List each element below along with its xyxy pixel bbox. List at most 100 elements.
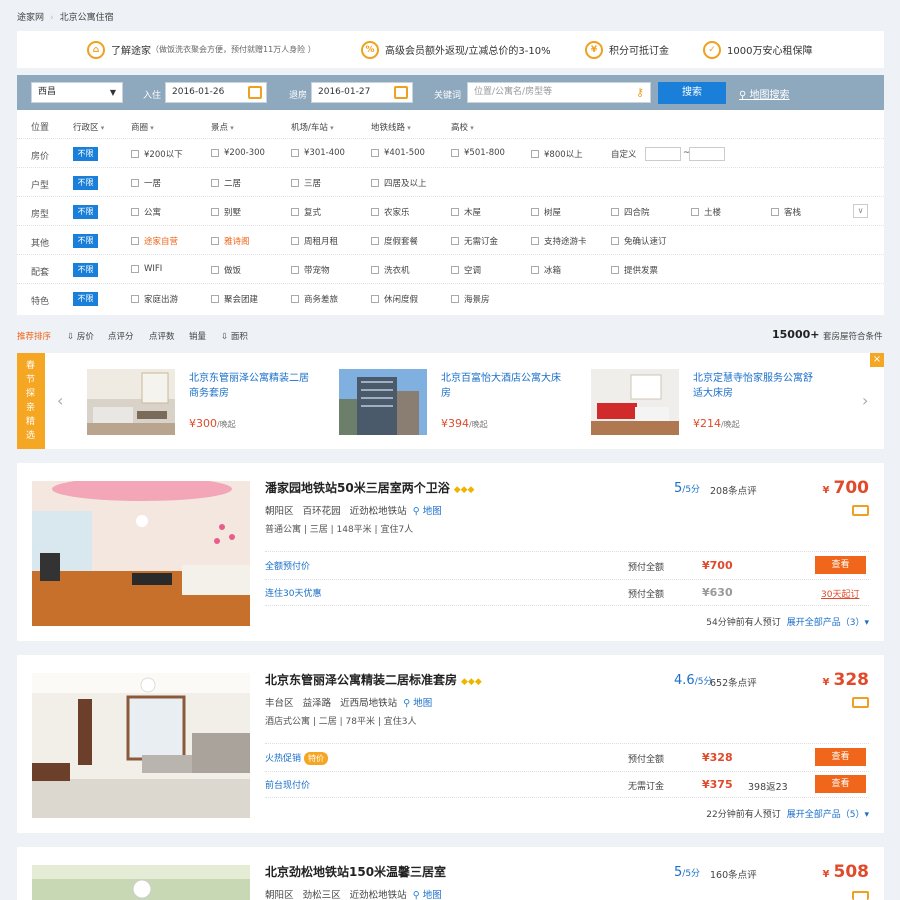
type-option[interactable]: 复式 [291, 206, 321, 218]
layout-option[interactable]: 二居 [211, 177, 241, 189]
next-arrow-icon[interactable]: › [862, 391, 868, 410]
checkbox[interactable] [211, 179, 219, 187]
checkbox[interactable] [451, 266, 459, 274]
keyword-input[interactable]: 位置/公寓名/房型等 ⚷ [467, 82, 651, 103]
promo-points[interactable]: ¥ 积分可抵订金 [585, 40, 669, 59]
calendar-icon[interactable] [248, 86, 262, 99]
checkbox[interactable] [291, 208, 299, 216]
view-button[interactable]: 查看 [815, 775, 866, 793]
checkin-date-input[interactable]: 2016-01-26 [165, 82, 267, 103]
checkbox[interactable] [451, 295, 459, 303]
business-area-dropdown[interactable]: 商圈 [131, 121, 154, 133]
checkbox[interactable] [131, 265, 139, 273]
feature-option[interactable]: 海景房 [451, 293, 490, 305]
type-option[interactable]: 木屋 [451, 206, 481, 218]
special-item[interactable]: 北京百富怡大酒店公寓大床房 ¥394/晚起 [339, 369, 569, 435]
expand-products-link[interactable]: 展开全部产品（3）▾ [787, 618, 869, 628]
price-option[interactable]: ¥501-800 [451, 148, 505, 158]
plan-name[interactable]: 前台现付价 [265, 778, 310, 791]
listing-map-link[interactable]: 地图 [423, 506, 442, 517]
type-option[interactable]: 客栈 [771, 206, 801, 218]
room-photo[interactable] [591, 369, 679, 435]
attraction-dropdown[interactable]: 景点 [211, 121, 234, 133]
search-button[interactable]: 搜索 [658, 82, 726, 104]
other-option[interactable]: 无需订金 [451, 235, 498, 247]
university-dropdown[interactable]: 高校 [451, 121, 474, 133]
other-option[interactable]: 途家自营 [131, 235, 178, 247]
type-option[interactable]: 别墅 [211, 206, 241, 218]
listing-reviews[interactable]: 208条点评 [710, 483, 757, 497]
facility-option[interactable]: 提供发票 [611, 264, 658, 276]
room-photo[interactable] [87, 369, 175, 435]
checkbox[interactable] [131, 179, 139, 187]
checkbox[interactable] [371, 237, 379, 245]
checkbox[interactable] [211, 295, 219, 303]
checkbox[interactable] [131, 237, 139, 245]
promo-about[interactable]: ⌂ 了解途家 （做饭洗衣聚会方便，预付就赠11万人身险 ） [87, 40, 316, 59]
type-option[interactable]: 公寓 [131, 206, 161, 218]
special-item-title[interactable]: 北京定慧寺怡家服务公寓舒适大床房 [693, 371, 817, 401]
station-dropdown[interactable]: 机场/车站 [291, 121, 334, 133]
checkbox[interactable] [131, 208, 139, 216]
checkbox[interactable] [291, 237, 299, 245]
calendar-icon[interactable] [394, 86, 408, 99]
facility-option[interactable]: 空调 [451, 264, 481, 276]
checkbox[interactable] [611, 266, 619, 274]
listing-title[interactable]: 北京东管丽泽公寓精装二居标准套房 ◆◆◆ [265, 671, 482, 688]
feature-option[interactable]: 商务差旅 [291, 293, 338, 305]
nolimit-button[interactable]: 不限 [73, 263, 98, 277]
checkbox[interactable] [291, 149, 299, 157]
checkbox[interactable] [611, 237, 619, 245]
price-option[interactable]: ¥800以上 [531, 148, 583, 160]
close-icon[interactable]: × [870, 353, 884, 367]
checkout-date-input[interactable]: 2016-01-27 [311, 82, 413, 103]
checkbox[interactable] [771, 208, 779, 216]
listing-reviews[interactable]: 160条点评 [710, 867, 757, 881]
promo-member[interactable]: % 高级会员额外返现/立减总价的3-10% [361, 40, 551, 59]
checkbox[interactable] [531, 150, 539, 158]
feature-option[interactable]: 聚会团建 [211, 293, 258, 305]
checkbox[interactable] [451, 237, 459, 245]
checkbox[interactable] [451, 208, 459, 216]
checkbox[interactable] [211, 237, 219, 245]
district-dropdown[interactable]: 行政区 [73, 121, 104, 133]
map-search-link[interactable]: ⚲ 地图搜索 [739, 86, 790, 101]
prev-arrow-icon[interactable]: ‹ [57, 391, 63, 410]
checkbox[interactable] [371, 179, 379, 187]
city-select[interactable]: 西昌 ▼ [31, 82, 123, 103]
listing-title[interactable]: 北京劲松地铁站150米温馨三居室 [265, 863, 446, 880]
checkbox[interactable] [131, 295, 139, 303]
price-option[interactable]: ¥301-400 [291, 148, 345, 158]
sort-recommended[interactable]: 推荐排序 [17, 330, 51, 342]
facility-option[interactable]: 做饭 [211, 264, 241, 276]
checkbox[interactable] [451, 149, 459, 157]
checkbox[interactable] [291, 295, 299, 303]
listing-reviews[interactable]: 652条点评 [710, 675, 757, 689]
sort-price[interactable]: ⇩ 房价 [67, 330, 94, 342]
nolimit-button[interactable]: 不限 [73, 292, 98, 306]
facility-option[interactable]: 带宠物 [291, 264, 330, 276]
facility-option[interactable]: 冰箱 [531, 264, 561, 276]
layout-option[interactable]: 一居 [131, 177, 161, 189]
layout-option[interactable]: 三居 [291, 177, 321, 189]
price-max-input[interactable] [689, 147, 725, 161]
special-item[interactable]: 北京定慧寺怡家服务公寓舒适大床房 ¥214/晚起 [591, 369, 821, 435]
type-option[interactable]: 农家乐 [371, 206, 410, 218]
checkbox[interactable] [291, 266, 299, 274]
checkbox[interactable] [611, 208, 619, 216]
nolimit-button[interactable]: 不限 [73, 147, 98, 161]
facility-option[interactable]: 洗衣机 [371, 264, 410, 276]
price-min-input[interactable] [645, 147, 681, 161]
plan-name[interactable]: 全额预付价 [265, 559, 310, 572]
building-photo[interactable] [339, 369, 427, 435]
nolimit-button[interactable]: 不限 [73, 176, 98, 190]
listing-title[interactable]: 潘家园地铁站50米三居室两个卫浴 ◆◆◆ [265, 479, 474, 496]
min-stay-link[interactable]: 30天起订 [821, 587, 859, 600]
facility-option[interactable]: WIFI [131, 264, 162, 274]
listing-photo[interactable] [32, 673, 250, 818]
other-option[interactable]: 免确认速订 [611, 235, 667, 247]
other-option[interactable]: 雅诗阁 [211, 235, 250, 247]
checkbox[interactable] [691, 208, 699, 216]
plan-name[interactable]: 连住30天优惠 [265, 586, 321, 599]
special-item-title[interactable]: 北京东管丽泽公寓精装二居商务套房 [189, 371, 313, 401]
